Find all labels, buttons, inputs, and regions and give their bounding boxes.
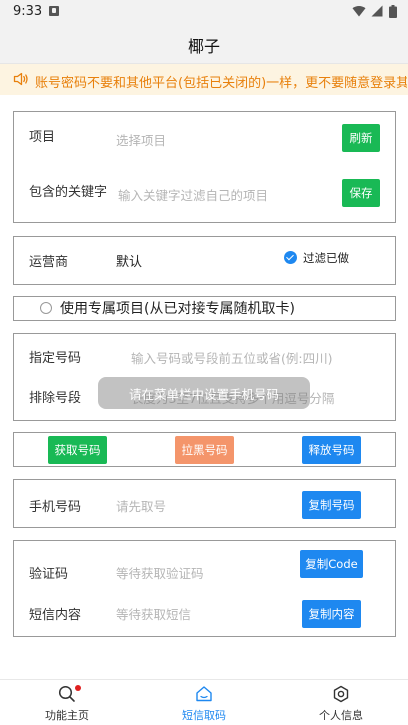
release-number-button[interactable]: 释放号码 — [302, 436, 361, 464]
project-label: 项目 — [29, 130, 56, 145]
specified-input[interactable]: 输入号码或号段前五位或省(例:四川) — [131, 348, 332, 367]
gear-icon — [333, 685, 349, 703]
notification-a-icon — [49, 6, 59, 16]
speaker-icon — [13, 72, 28, 86]
nav-label-profile: 个人信息 — [319, 709, 363, 722]
wifi-icon — [352, 5, 366, 17]
notice-text: 账号密码不要和其他平台(包括已关闭的)一样，更不要随意登录其他平台 — [35, 76, 407, 90]
keyword-label: 包含的关键字 — [29, 185, 108, 200]
exclusive-label[interactable]: 使用专属项目(从已对接专属随机取卡) — [60, 298, 295, 318]
content-label: 短信内容 — [29, 608, 82, 623]
specified-label: 指定号码 — [29, 351, 82, 366]
page-title: 椰子 — [187, 37, 220, 56]
nav-label-home: 功能主页 — [45, 709, 89, 722]
copy-code-button[interactable]: 复制Code — [300, 550, 363, 578]
search-icon — [58, 685, 75, 702]
signal-icon — [371, 5, 383, 17]
operator-label: 运营商 — [29, 255, 69, 270]
code-field: 等待获取验证码 — [116, 566, 204, 581]
home-icon — [196, 686, 212, 702]
operator-select[interactable]: 默认 — [116, 251, 142, 270]
status-bar — [0, 0, 408, 24]
save-button[interactable]: 保存 — [342, 179, 380, 207]
nav-label-sms: 短信取码 — [182, 709, 226, 722]
code-label: 验证码 — [29, 567, 69, 582]
copy-content-button[interactable]: 复制内容 — [302, 600, 361, 628]
status-time: 9:33 — [13, 4, 43, 19]
content-field: 等待获取短信 — [116, 607, 192, 622]
notification-badge — [75, 685, 81, 691]
copy-number-button[interactable]: 复制号码 — [302, 491, 361, 519]
filter-label[interactable]: 过滤已做 — [303, 250, 349, 266]
refresh-button[interactable]: 刷新 — [342, 124, 380, 152]
get-number-button[interactable]: 获取号码 — [48, 436, 107, 464]
phone-label: 手机号码 — [29, 500, 82, 515]
project-card — [13, 111, 396, 223]
project-select[interactable]: 选择项目 — [116, 130, 166, 149]
filter-checkbox-icon[interactable] — [284, 251, 297, 264]
keyword-input[interactable]: 输入关键字过滤自己的项目 — [118, 185, 268, 204]
exclusive-radio[interactable] — [40, 302, 52, 314]
phone-number-field: 请先取号 — [116, 499, 167, 514]
blacklist-number-button[interactable]: 拉黑号码 — [175, 436, 234, 464]
battery-icon — [389, 5, 397, 18]
toast-message: 请在菜单栏中设置手机号码 — [98, 377, 310, 409]
exclude-label: 排除号段 — [29, 391, 82, 406]
